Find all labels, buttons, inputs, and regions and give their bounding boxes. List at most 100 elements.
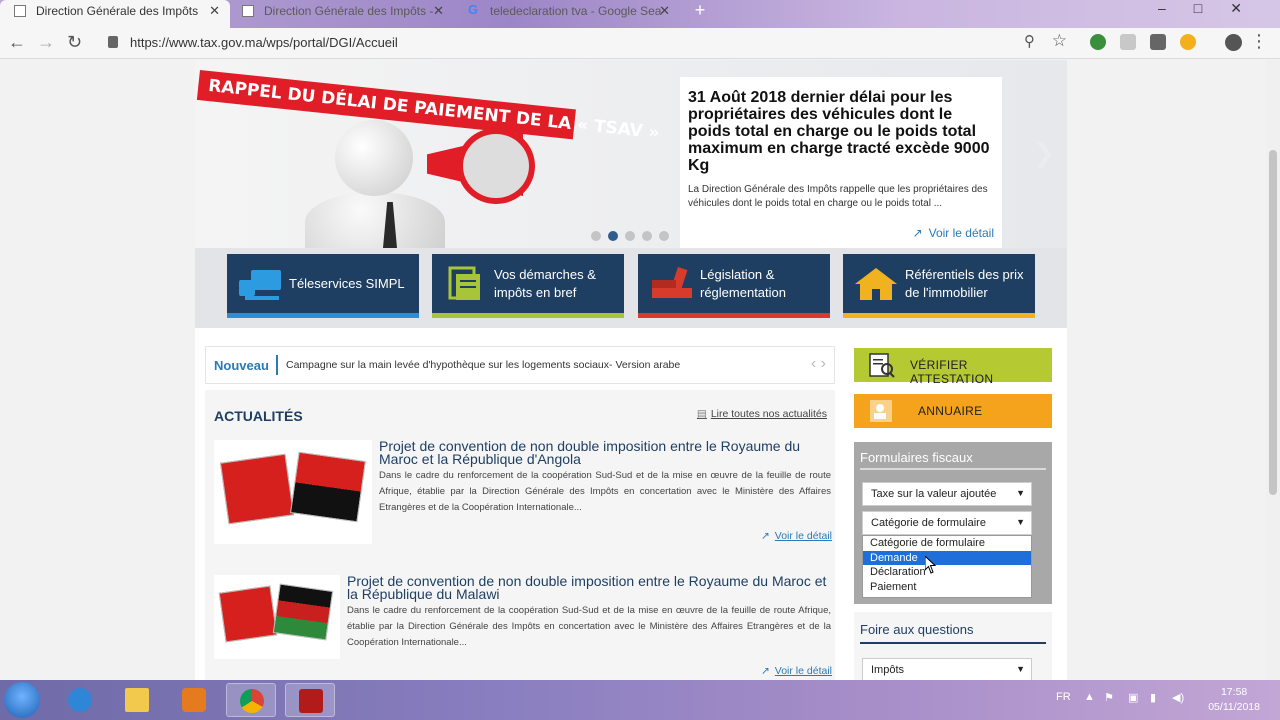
tab-label: Direction Générale des Impôts	[36, 4, 199, 18]
form-category-value: Catégorie de formulaire	[871, 517, 986, 529]
windows-taskbar: FR ▲ ⚑ ▣ ▮ ◀) 17:58 05/11/2018	[0, 680, 1280, 720]
close-tab-icon[interactable]: ✕	[659, 0, 670, 22]
tile-legislation[interactable]: Législation & réglementation	[638, 254, 830, 318]
taskbar-explorer[interactable]	[112, 683, 162, 717]
reload-icon[interactable]: ↻	[67, 32, 82, 53]
read-all-news-link[interactable]: Lire toutes nos actualités	[697, 408, 827, 420]
flags-morocco-angola-image	[214, 440, 372, 544]
slider-dot[interactable]	[625, 231, 635, 241]
article-detail-link[interactable]: Voir le détail	[761, 530, 832, 542]
ticker-prev-next-icon[interactable]: ‹ ›	[811, 355, 826, 373]
dropdown-option[interactable]: Déclaration	[863, 565, 1031, 580]
language-indicator[interactable]: FR	[1056, 691, 1071, 703]
back-arrow-icon[interactable]: ←	[8, 32, 26, 53]
network-signal-icon[interactable]: ▮	[1150, 691, 1156, 704]
slider-next-arrow-icon[interactable]: ❯	[1033, 138, 1055, 169]
address-bar[interactable]: https://www.tax.gov.ma/wps/portal/DGI/Ac…	[102, 31, 1077, 55]
browser-tab-strip: Direction Générale des Impôts ✕ Directio…	[0, 0, 1280, 28]
bookmark-star-icon[interactable]: ☆	[1052, 31, 1067, 51]
tile-teleservices[interactable]: Téleservices SIMPL	[227, 254, 419, 318]
tray-chevron-icon[interactable]: ▲	[1084, 691, 1095, 703]
tile-referentiels[interactable]: Référentiels des prix de l'immobilier	[843, 254, 1035, 318]
google-icon: G	[468, 2, 479, 17]
close-tab-icon[interactable]: ✕	[209, 0, 220, 22]
power-icon[interactable]: ▣	[1128, 691, 1138, 704]
taskbar-chrome[interactable]	[226, 683, 276, 717]
tab-dgi-second[interactable]: Direction Générale des Impôts - ✕	[228, 0, 454, 28]
menu-dots-icon[interactable]: ⋮	[1250, 31, 1268, 52]
slide-card: 31 Août 2018 dernier délai pour les prop…	[680, 77, 1002, 248]
books-icon	[652, 267, 692, 298]
news-tag: Nouveau	[214, 358, 269, 373]
tax-type-select[interactable]: Taxe sur la valeur ajoutée ▼	[862, 482, 1032, 506]
house-icon	[855, 268, 897, 300]
chrome-icon	[240, 689, 264, 713]
slider-dot[interactable]	[642, 231, 652, 241]
tab-label: Direction Générale des Impôts -	[264, 4, 434, 18]
internet-explorer-icon	[68, 688, 92, 712]
megaphone-cone	[457, 128, 535, 204]
zoom-magnifier-icon[interactable]: ⚲	[1024, 32, 1035, 50]
taskbar-media-player[interactable]	[169, 683, 219, 717]
news-headline-link[interactable]: Campagne sur la main levée d'hypothèque …	[286, 359, 680, 371]
taskbar-ie[interactable]	[55, 683, 105, 717]
faq-select[interactable]: Impôts ▼	[862, 658, 1032, 680]
annuaire-button[interactable]: ANNUAIRE	[854, 394, 1052, 428]
new-tab-button[interactable]: +	[690, 1, 710, 20]
article-title[interactable]: Projet de convention de non double impos…	[379, 439, 831, 466]
tax-type-value: Taxe sur la valeur ajoutée	[871, 488, 997, 500]
extension-globe-icon[interactable]	[1090, 34, 1106, 50]
taskbar-clock[interactable]: 17:58 05/11/2018	[1208, 685, 1260, 715]
tab-google-search[interactable]: G teledeclaration tva - Google Sea ✕	[454, 0, 680, 28]
action-center-flag-icon[interactable]: ⚑	[1104, 691, 1114, 704]
extension-camera-icon[interactable]	[1150, 34, 1166, 50]
page-scrollbar[interactable]	[1266, 60, 1280, 680]
article-body: Dans le cadre du renforcement de la coop…	[347, 605, 831, 648]
forward-arrow-icon[interactable]: →	[37, 32, 55, 53]
flags-morocco-malawi-image	[214, 575, 340, 659]
computer-icon	[239, 270, 281, 300]
windows-start-icon[interactable]	[4, 682, 40, 718]
clock-time: 17:58	[1220, 686, 1248, 698]
extension-cloud-icon[interactable]	[1180, 34, 1196, 50]
certificate-magnifier-icon	[869, 353, 895, 378]
close-tab-icon[interactable]: ✕	[433, 0, 444, 22]
window-controls[interactable]: –□✕	[1158, 0, 1270, 22]
slider-dot[interactable]	[659, 231, 669, 241]
article-title[interactable]: Projet de convention de non double impos…	[347, 574, 831, 601]
news-ticker: Nouveau Campagne sur la main levée d'hyp…	[205, 346, 835, 384]
formulaires-fiscaux-panel: Formulaires fiscaux Taxe sur la valeur a…	[854, 442, 1052, 604]
forms-title: Formulaires fiscaux	[860, 450, 973, 465]
tile-label: Législation & réglementation	[700, 267, 786, 300]
lock-icon	[108, 36, 118, 48]
directory-icon	[870, 400, 892, 422]
tile-demarches[interactable]: Vos démarches & impôts en bref	[432, 254, 624, 318]
scrollbar-thumb[interactable]	[1269, 150, 1277, 495]
slide-detail-link[interactable]: Voir le détail	[913, 226, 994, 240]
slide-title: 31 Août 2018 dernier délai pour les prop…	[688, 89, 990, 174]
morocco-flag	[218, 585, 278, 643]
extension-doc-icon[interactable]	[1120, 34, 1136, 50]
slider-dot[interactable]	[591, 231, 601, 241]
volume-icon[interactable]: ◀)	[1172, 691, 1184, 704]
actualites-section: ACTUALITÉS Lire toutes nos actualités Pr…	[205, 390, 835, 680]
dgi-home-page: RAPPEL DU DÉLAI DE PAIEMENT DE LA « TSAV…	[195, 60, 1067, 680]
dropdown-option-highlighted[interactable]: Demande	[863, 550, 1031, 565]
tab-dgi-accueil[interactable]: Direction Générale des Impôts ✕	[0, 0, 230, 28]
dropdown-option[interactable]: Paiement	[863, 580, 1031, 595]
taskbar-acrobat[interactable]	[285, 683, 335, 717]
form-category-select[interactable]: Catégorie de formulaire ▼	[862, 511, 1032, 535]
tile-label: Téleservices SIMPL	[289, 276, 405, 291]
forms-divider	[860, 468, 1046, 470]
article-body: Dans le cadre du renforcement de la coop…	[379, 470, 831, 513]
article-angola: Projet de convention de non double impos…	[214, 439, 832, 550]
verify-attestation-button[interactable]: VÉRIFIER ATTESTATION	[854, 348, 1052, 386]
actualites-title: ACTUALITÉS	[214, 408, 303, 424]
malawi-flag	[272, 583, 334, 641]
mouse-cursor-icon	[925, 556, 937, 574]
dropdown-option[interactable]: Catégorie de formulaire	[863, 536, 1031, 551]
profile-avatar-icon[interactable]	[1225, 34, 1242, 51]
angola-flag	[290, 451, 366, 523]
article-detail-link[interactable]: Voir le détail	[761, 665, 832, 677]
slider-dot[interactable]	[608, 231, 618, 241]
